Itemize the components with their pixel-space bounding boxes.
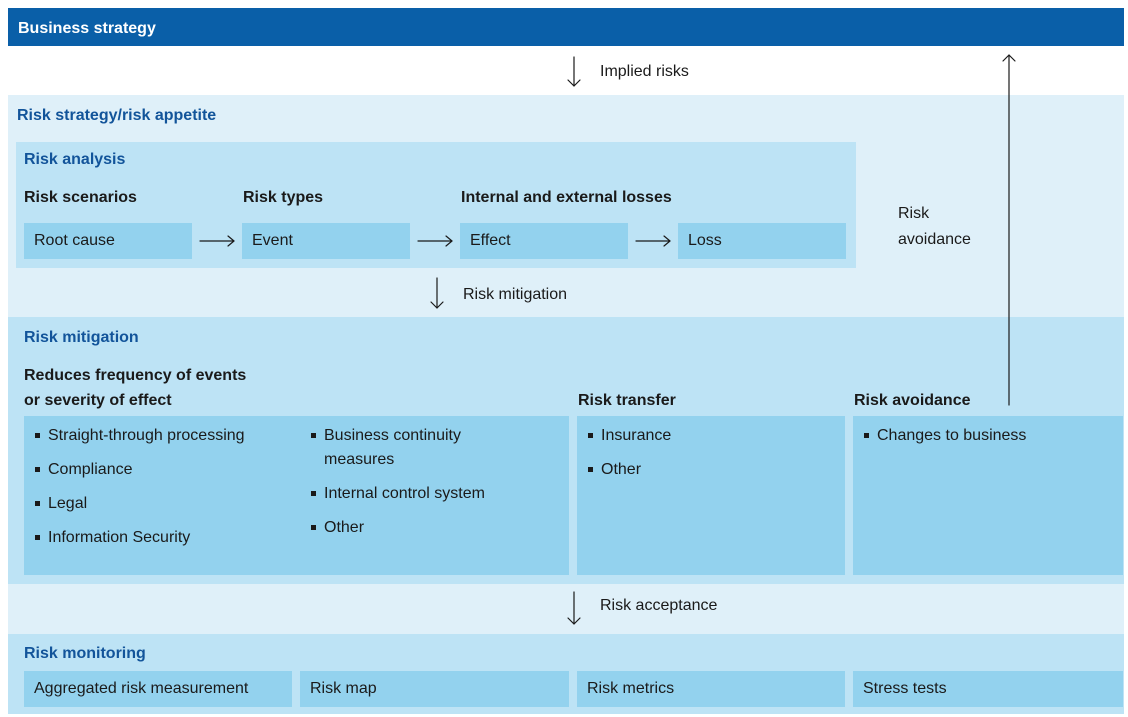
implied-risks-arrow [567, 56, 581, 87]
risk-avoidance-up-arrow [1002, 54, 1016, 406]
connector-arrows [199, 54, 1016, 625]
chain-arrow-effect-to-loss [635, 235, 671, 247]
risk-mitigation-down-arrow [430, 277, 444, 309]
risk-acceptance-down-arrow [567, 591, 581, 625]
chain-arrow-root-to-event [199, 235, 235, 247]
chain-arrow-event-to-effect [417, 235, 453, 247]
